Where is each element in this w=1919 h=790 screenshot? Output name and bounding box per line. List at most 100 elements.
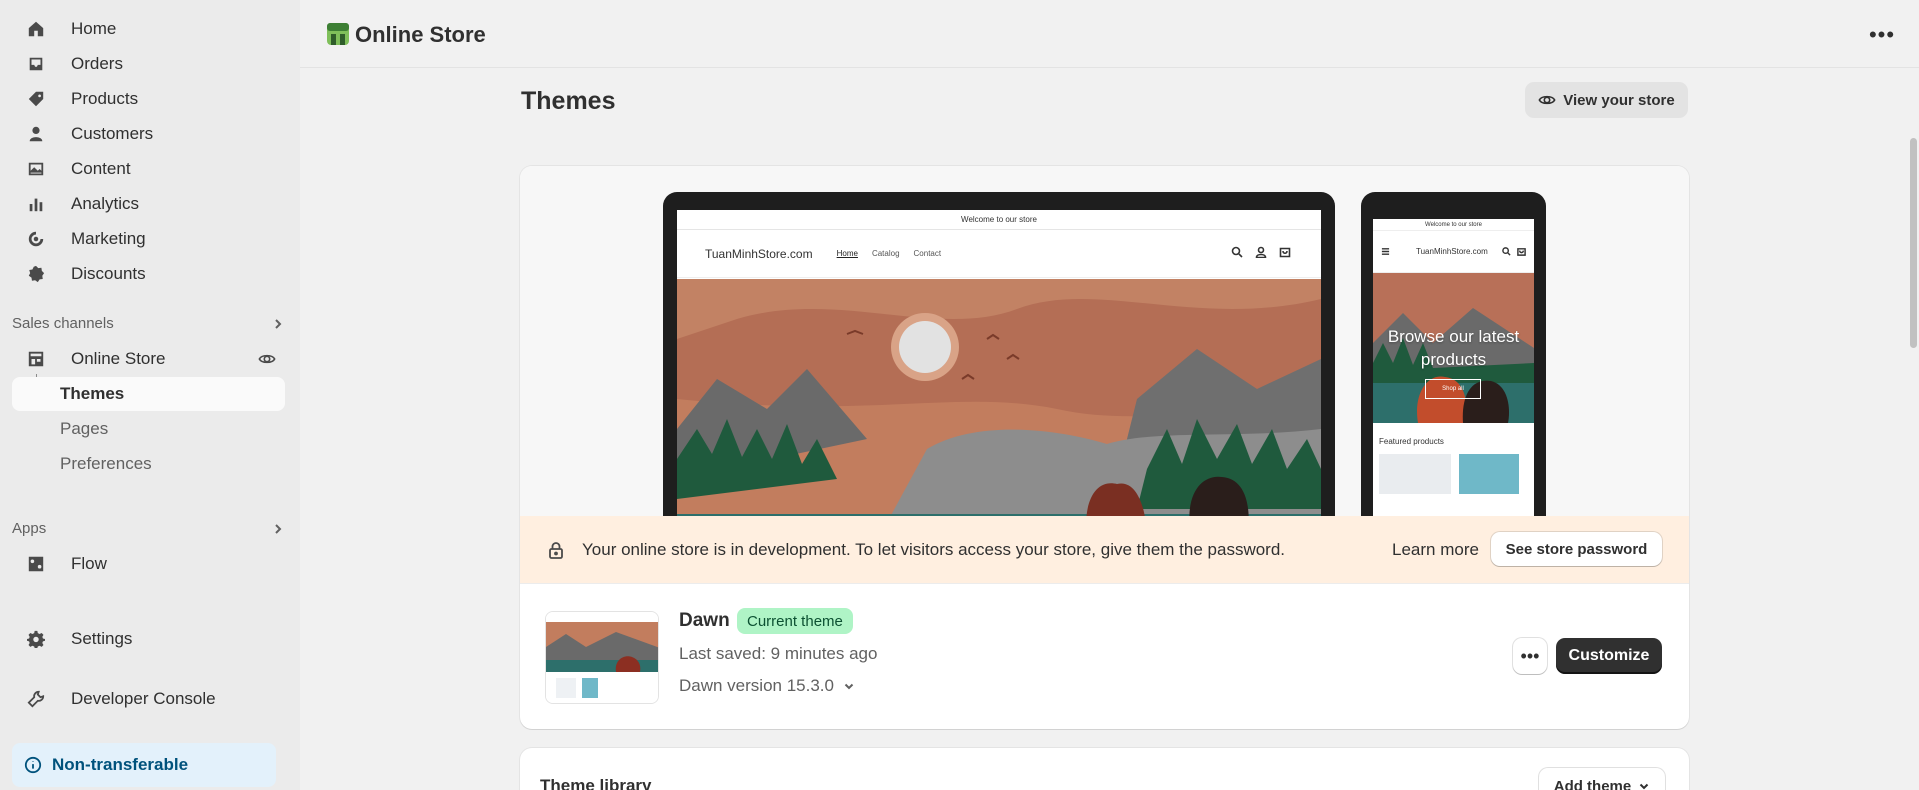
mobile-site-logo: TuanMinhStore.com xyxy=(1416,247,1488,256)
mobile-preview-frame: Welcome to our store TuanMinhStore.com B… xyxy=(1361,192,1546,516)
apps-header[interactable]: Apps xyxy=(12,520,285,537)
sales-channels-header[interactable]: Sales channels xyxy=(12,315,285,332)
current-theme-card: Welcome to our store TuanMinhStore.com H… xyxy=(520,166,1689,729)
sidebar-item-label: Orders xyxy=(71,54,123,73)
theme-actions-button[interactable]: ••• xyxy=(1513,638,1547,674)
sidebar-item-preferences[interactable]: Preferences xyxy=(12,447,285,481)
sidebar-item-analytics[interactable]: Analytics xyxy=(12,187,285,221)
non-transferable-label: Non-transferable xyxy=(52,755,189,774)
sidebar-item-flow[interactable]: Flow xyxy=(12,547,285,581)
menu-icon xyxy=(1381,248,1390,255)
theme-version-dropdown[interactable]: Dawn version 15.3.0 xyxy=(679,676,855,696)
store-icon xyxy=(24,347,48,371)
sidebar-item-discounts[interactable]: Discounts xyxy=(12,257,285,291)
eye-icon[interactable] xyxy=(257,350,277,368)
mobile-shop-all-button: Shop all xyxy=(1425,379,1481,399)
sidebar-item-orders[interactable]: Orders xyxy=(12,47,285,81)
home-icon xyxy=(24,17,48,41)
flow-icon xyxy=(24,552,48,576)
info-icon xyxy=(24,756,42,774)
sidebar-item-label: Content xyxy=(71,159,131,178)
sidebar-item-content[interactable]: Content xyxy=(12,152,285,186)
mobile-product-thumb xyxy=(1379,454,1451,494)
account-icon xyxy=(1255,246,1267,258)
sidebar-item-label: Analytics xyxy=(71,194,140,213)
non-transferable-banner[interactable]: Non-transferable xyxy=(12,743,276,787)
theme-preview: Welcome to our store TuanMinhStore.com H… xyxy=(520,166,1689,516)
inbox-icon xyxy=(24,52,48,76)
search-icon xyxy=(1231,246,1243,258)
sidebar-item-label: Products xyxy=(71,89,139,108)
cart-icon xyxy=(1517,248,1526,256)
scrollbar[interactable] xyxy=(1907,68,1919,790)
theme-library-title: Theme library xyxy=(540,776,652,790)
chevron-down-icon xyxy=(1640,783,1649,790)
theme-library-card: Theme library Add theme xyxy=(520,748,1689,790)
site-header-icons xyxy=(1231,246,1291,258)
site-nav-contact: Contact xyxy=(913,249,942,258)
sidebar-item-products[interactable]: Products xyxy=(12,82,285,116)
desktop-preview-frame: Welcome to our store TuanMinhStore.com H… xyxy=(663,192,1335,516)
see-store-password-button[interactable]: See store password xyxy=(1491,532,1662,566)
discount-icon xyxy=(24,262,48,286)
person-icon xyxy=(24,122,48,146)
site-logo: TuanMinhStore.com xyxy=(705,246,813,261)
site-header: TuanMinhStore.com Home Catalog Contact xyxy=(677,230,1321,278)
theme-thumbnail[interactable] xyxy=(545,611,659,704)
sidebar-item-label: Pages xyxy=(60,419,109,438)
sidebar-item-pages[interactable]: Pages xyxy=(12,412,285,446)
mobile-product-thumb xyxy=(1459,454,1519,494)
site-nav: Home Catalog Contact xyxy=(837,249,942,258)
mobile-hero-text: Browse our latest products xyxy=(1387,327,1520,369)
sidebar-item-developer-console[interactable]: Developer Console xyxy=(12,682,285,716)
sidebar-item-home[interactable]: Home xyxy=(12,12,285,46)
more-actions-button[interactable]: ••• xyxy=(1869,22,1895,48)
apps-label: Apps xyxy=(12,520,47,537)
sidebar-item-label: Themes xyxy=(60,384,125,403)
sidebar-item-marketing[interactable]: Marketing xyxy=(12,222,285,256)
theme-thumbnail-image xyxy=(546,612,658,703)
target-icon xyxy=(24,227,48,251)
online-store-icon xyxy=(327,23,349,45)
site-nav-catalog: Catalog xyxy=(871,249,900,258)
wrench-icon xyxy=(24,687,48,711)
sidebar-item-label: Discounts xyxy=(71,264,146,283)
sidebar-item-label: Home xyxy=(71,19,117,38)
sidebar-item-label: Settings xyxy=(71,629,133,648)
sidebar: Home Orders Products Customers Content A… xyxy=(0,0,300,790)
sidebar-item-label: Online Store xyxy=(71,349,166,368)
site-nav-home: Home xyxy=(836,249,858,258)
current-theme-badge: Current theme xyxy=(737,608,853,634)
sidebar-item-online-store[interactable]: Online Store xyxy=(12,342,285,376)
sidebar-item-customers[interactable]: Customers xyxy=(12,117,285,151)
scrollbar-thumb[interactable] xyxy=(1910,138,1917,348)
page-title: Themes xyxy=(521,87,616,115)
mobile-product-grid xyxy=(1373,454,1534,494)
theme-version-label: Dawn version 15.3.0 xyxy=(679,676,834,695)
sidebar-item-label: Preferences xyxy=(60,454,152,473)
view-store-button[interactable]: View your store xyxy=(1525,82,1688,118)
chevron-right-icon xyxy=(271,522,285,536)
announcement-bar: Welcome to our store xyxy=(677,210,1321,230)
last-saved-text: Last saved: 9 minutes ago xyxy=(679,644,878,663)
sidebar-item-label: Developer Console xyxy=(71,689,216,708)
cart-icon xyxy=(1279,247,1291,258)
sales-channels-label: Sales channels xyxy=(12,315,114,332)
bar-chart-icon xyxy=(24,192,48,216)
hero-illustration xyxy=(677,279,1321,516)
chevron-right-icon xyxy=(271,317,285,331)
mobile-featured-heading: Featured products xyxy=(1379,437,1444,446)
learn-more-link[interactable]: Learn more xyxy=(1392,540,1479,560)
sidebar-item-label: Customers xyxy=(71,124,154,143)
customize-button[interactable]: Customize xyxy=(1556,638,1662,674)
search-icon xyxy=(1502,247,1511,256)
add-theme-button[interactable]: Add theme xyxy=(1539,768,1665,790)
mobile-hero: Browse our latest products Shop all xyxy=(1373,273,1534,423)
sidebar-item-settings[interactable]: Settings xyxy=(12,622,285,656)
sidebar-item-label: Marketing xyxy=(71,229,146,248)
gear-icon xyxy=(24,627,48,651)
app-title: Online Store xyxy=(355,22,486,47)
current-theme-row: Dawn Current theme Last saved: 9 minutes… xyxy=(520,583,1689,729)
mobile-announcement-bar: Welcome to our store xyxy=(1373,219,1534,231)
sidebar-item-themes[interactable]: Themes xyxy=(12,377,285,411)
